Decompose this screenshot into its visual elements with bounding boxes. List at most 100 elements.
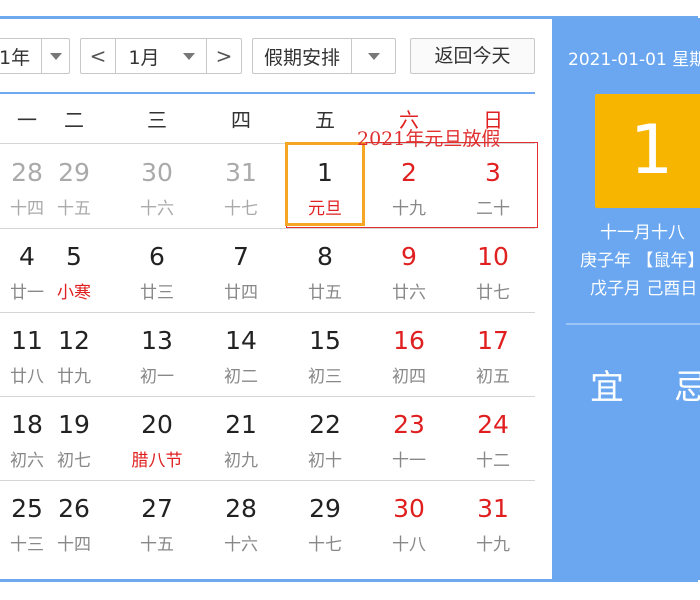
lunar-label: 腊八节 — [131, 451, 183, 471]
day-number: 9 — [401, 242, 417, 271]
day-cell[interactable]: 19 初七 — [32, 398, 116, 480]
lunar-label: 十五 — [57, 199, 91, 219]
lunar-label: 小寒 — [57, 283, 91, 303]
lunar-label: 十六 — [140, 199, 174, 219]
selected-date-text: 2021-01-01 星期五 — [568, 50, 700, 70]
day-cell[interactable]: 30 十八 — [367, 482, 451, 564]
lunar-label: 十六 — [224, 535, 258, 555]
lunar-label: 廿六 — [392, 283, 426, 303]
day-cell[interactable]: 29 十七 — [283, 482, 367, 564]
day-cell[interactable]: 21 初九 — [199, 398, 283, 480]
suitable-heading: 宜 — [590, 368, 624, 408]
lunar-label: 十九 — [476, 535, 510, 555]
day-cell[interactable]: 9 廿六 — [367, 230, 451, 312]
day-number: 30 — [393, 494, 425, 523]
lunar-label: 十二 — [476, 451, 510, 471]
day-number: 6 — [149, 242, 165, 271]
month-select[interactable]: < 1月 > — [80, 38, 242, 74]
day-cell[interactable]: 8 廿五 — [283, 230, 367, 312]
day-number: 24 — [477, 410, 509, 439]
day-cell[interactable]: 7 廿四 — [199, 230, 283, 312]
row-divider — [0, 480, 535, 481]
day-cell[interactable]: 28 十六 — [199, 482, 283, 564]
day-number: 19 — [58, 410, 90, 439]
day-number: 16 — [393, 326, 425, 355]
day-cell[interactable]: 10 廿七 — [451, 230, 535, 312]
lunar-label: 初五 — [476, 367, 510, 387]
lunar-label: 十四 — [57, 535, 91, 555]
lunar-label: 廿四 — [224, 283, 258, 303]
next-month-button[interactable]: > — [207, 44, 241, 68]
day-cell[interactable]: 26 十四 — [32, 482, 116, 564]
lunar-label: 廿三 — [140, 283, 174, 303]
day-number: 5 — [66, 242, 82, 271]
lunar-label: 初三 — [308, 367, 342, 387]
day-number: 23 — [393, 410, 425, 439]
day-number: 21 — [225, 410, 257, 439]
day-number: 8 — [317, 242, 333, 271]
day-cell[interactable]: 5 小寒 — [32, 230, 116, 312]
day-cell[interactable]: 24 十二 — [451, 398, 535, 480]
lunar-label: 十七 — [308, 535, 342, 555]
lunar-date: 十一月十八 — [600, 223, 685, 243]
day-number: 17 — [477, 326, 509, 355]
lunar-label: 十七 — [224, 199, 258, 219]
day-number: 15 — [309, 326, 341, 355]
day-cell[interactable]: 6 廿三 — [115, 230, 199, 312]
day-number: 1 — [629, 111, 674, 190]
day-cell[interactable]: 22 初十 — [283, 398, 367, 480]
day-cell[interactable]: 30 十六 — [115, 146, 199, 228]
day-number: 30 — [141, 158, 173, 187]
weekday-label: 四 — [231, 108, 251, 132]
lunar-label: 廿五 — [308, 283, 342, 303]
day-number: 26 — [58, 494, 90, 523]
day-cell[interactable]: 15 初三 — [283, 314, 367, 396]
day-number: 28 — [225, 494, 257, 523]
day-number: 12 — [58, 326, 90, 355]
day-cell[interactable]: 13 初一 — [115, 314, 199, 396]
lunar-label: 初十 — [308, 451, 342, 471]
day-cell[interactable]: 31 十七 — [199, 146, 283, 228]
lunar-label: 十一 — [392, 451, 426, 471]
day-number: 10 — [477, 242, 509, 271]
day-cell[interactable]: 29 十五 — [32, 146, 116, 228]
chevron-down-icon — [367, 52, 380, 60]
day-number: 27 — [141, 494, 173, 523]
day-number: 7 — [233, 242, 249, 271]
day-cell[interactable]: 14 初二 — [199, 314, 283, 396]
day-cell[interactable]: 27 十五 — [115, 482, 199, 564]
weekday-label: 二 — [64, 108, 84, 132]
weekday-label: 五 — [315, 108, 335, 132]
month-day-ganzhi: 戊子月 己酉日 — [590, 279, 698, 299]
back-to-today-button[interactable]: 返回今天 — [410, 38, 535, 74]
year-select-value: 1年 — [0, 46, 31, 69]
lunar-label: 初七 — [57, 451, 91, 471]
day-number: 20 — [141, 410, 173, 439]
weekday-label: 三 — [147, 108, 167, 132]
day-number: 29 — [58, 158, 90, 187]
day-number: 14 — [225, 326, 257, 355]
day-cell[interactable]: 12 廿九 — [32, 314, 116, 396]
day-cell[interactable]: 20 腊八节 — [115, 398, 199, 480]
lunar-label: 廿九 — [57, 367, 91, 387]
day-number: 13 — [141, 326, 173, 355]
holiday-label: 2021年元旦放假 — [357, 128, 501, 150]
lunar-label: 廿七 — [476, 283, 510, 303]
day-cell[interactable]: 31 十九 — [451, 482, 535, 564]
day-cell[interactable]: 17 初五 — [451, 314, 535, 396]
lunar-label: 初四 — [392, 367, 426, 387]
day-cell[interactable]: 16 初四 — [367, 314, 451, 396]
date-detail-panel: 2021-01-01 星期五 1 十一月十八 庚子年 【鼠年】 戊子月 己酉日 … — [552, 18, 700, 580]
header-divider — [0, 92, 535, 94]
lunar-label: 初九 — [224, 451, 258, 471]
day-cell[interactable]: 23 十一 — [367, 398, 451, 480]
holiday-select[interactable]: 假期安排 — [252, 38, 396, 74]
month-select-value[interactable]: 1月 — [116, 43, 172, 70]
chevron-down-icon — [183, 52, 195, 60]
avoid-heading: 忌 — [674, 368, 700, 408]
today-highlight — [285, 142, 365, 226]
prev-month-button[interactable]: < — [81, 44, 115, 68]
year-select[interactable]: 1年 — [0, 38, 70, 74]
chevron-down-icon — [49, 52, 62, 60]
day-number: 31 — [225, 158, 257, 187]
